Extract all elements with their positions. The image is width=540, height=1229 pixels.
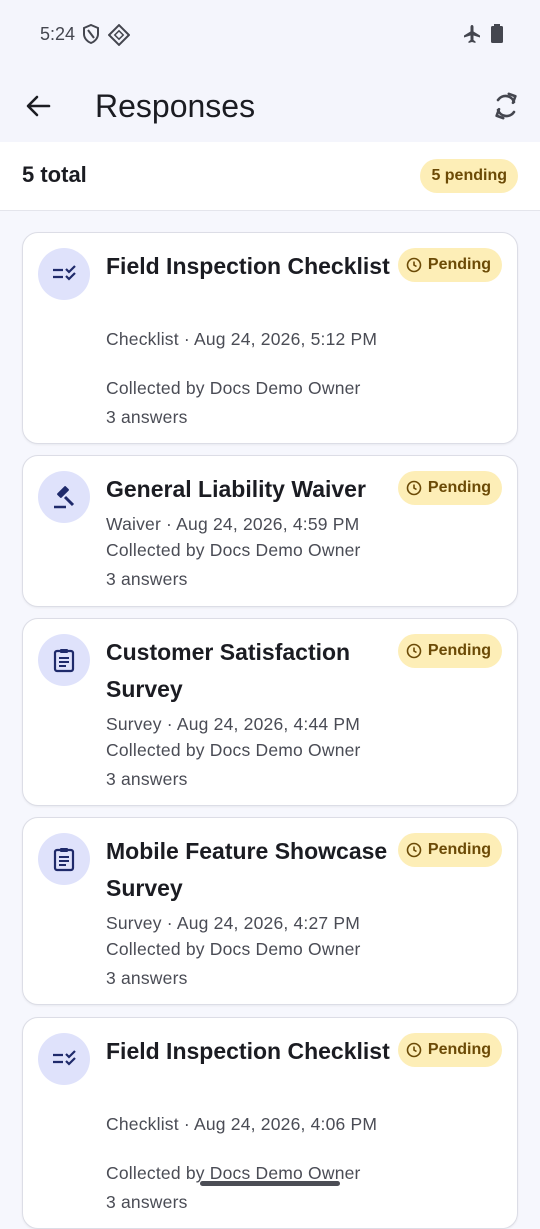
status-badge: Pending xyxy=(397,248,502,282)
response-card[interactable]: General Liability Waiver Waiver · Aug 24… xyxy=(22,455,518,607)
card-collected-by: Collected by Docs Demo Owner xyxy=(106,939,361,959)
card-meta: Waiver · Aug 24, 2026, 4:59 PM xyxy=(106,514,360,534)
data-saver-icon xyxy=(107,23,131,51)
card-answers: 3 answers xyxy=(106,769,188,789)
sync-icon xyxy=(495,92,517,120)
card-meta: Survey · Aug 24, 2026, 4:27 PM xyxy=(106,913,361,933)
card-meta: Checklist · Aug 24, 2026, 4:06 PM xyxy=(106,1114,378,1134)
arrow-back-icon xyxy=(26,95,51,117)
clock-icon xyxy=(406,1042,422,1058)
status-badge: Pending xyxy=(397,1033,502,1067)
clipboard-icon xyxy=(38,634,90,686)
card-title: General Liability Waiver xyxy=(106,476,366,502)
card-answers: 3 answers xyxy=(106,968,188,988)
clock-icon xyxy=(406,842,422,858)
refresh-button[interactable] xyxy=(486,86,526,126)
card-title: Mobile Feature Showcase Survey xyxy=(106,838,388,901)
shield-icon xyxy=(82,23,100,49)
card-collected-by: Collected by Docs Demo Owner xyxy=(106,378,361,398)
status-bar: 5:24 xyxy=(0,0,540,70)
status-badge-label: Pending xyxy=(427,1041,491,1058)
status-badge-label: Pending xyxy=(427,479,491,496)
app-bar: Responses xyxy=(0,70,540,142)
clock-icon xyxy=(406,257,422,273)
status-badge: Pending xyxy=(397,471,502,505)
status-badge: Pending xyxy=(397,634,502,668)
card-title: Field Inspection Checklist xyxy=(106,1038,390,1064)
page-title: Responses xyxy=(95,88,256,124)
status-badge-label: Pending xyxy=(427,841,491,858)
status-badge-label: Pending xyxy=(427,642,491,659)
card-answers: 3 answers xyxy=(106,407,188,427)
response-card[interactable]: Customer Satisfaction Survey Survey · Au… xyxy=(22,618,518,806)
card-collected-by: Collected by Docs Demo Owner xyxy=(106,540,361,560)
clock-icon xyxy=(406,480,422,496)
card-title: Field Inspection Checklist xyxy=(106,253,390,279)
airplane-mode-icon xyxy=(462,24,482,49)
checklist-icon xyxy=(38,1033,90,1085)
pending-count-badge: 5 pending xyxy=(420,159,518,193)
status-time: 5:24 xyxy=(40,24,76,44)
card-answers: 3 answers xyxy=(106,1192,188,1212)
response-card[interactable]: Field Inspection Checklist Checklist · A… xyxy=(22,1017,518,1229)
summary-bar: 5 total 5 pending xyxy=(0,142,540,211)
total-count: 5 total xyxy=(22,162,87,187)
gesture-navigation-handle[interactable] xyxy=(200,1181,340,1186)
response-card[interactable]: Mobile Feature Showcase Survey Survey · … xyxy=(22,817,518,1005)
status-badge: Pending xyxy=(397,833,502,867)
battery-icon xyxy=(490,24,504,49)
card-meta: Checklist · Aug 24, 2026, 5:12 PM xyxy=(106,329,378,349)
back-button[interactable] xyxy=(18,86,58,126)
clock-icon xyxy=(406,643,422,659)
card-answers: 3 answers xyxy=(106,569,188,589)
response-card[interactable]: Field Inspection Checklist Checklist · A… xyxy=(22,232,518,444)
card-meta: Survey · Aug 24, 2026, 4:44 PM xyxy=(106,714,361,734)
clipboard-icon xyxy=(38,833,90,885)
card-collected-by: Collected by Docs Demo Owner xyxy=(106,740,361,760)
checklist-icon xyxy=(38,248,90,300)
card-title: Customer Satisfaction Survey xyxy=(106,639,351,702)
gavel-icon xyxy=(38,471,90,523)
status-badge-label: Pending xyxy=(427,256,491,273)
